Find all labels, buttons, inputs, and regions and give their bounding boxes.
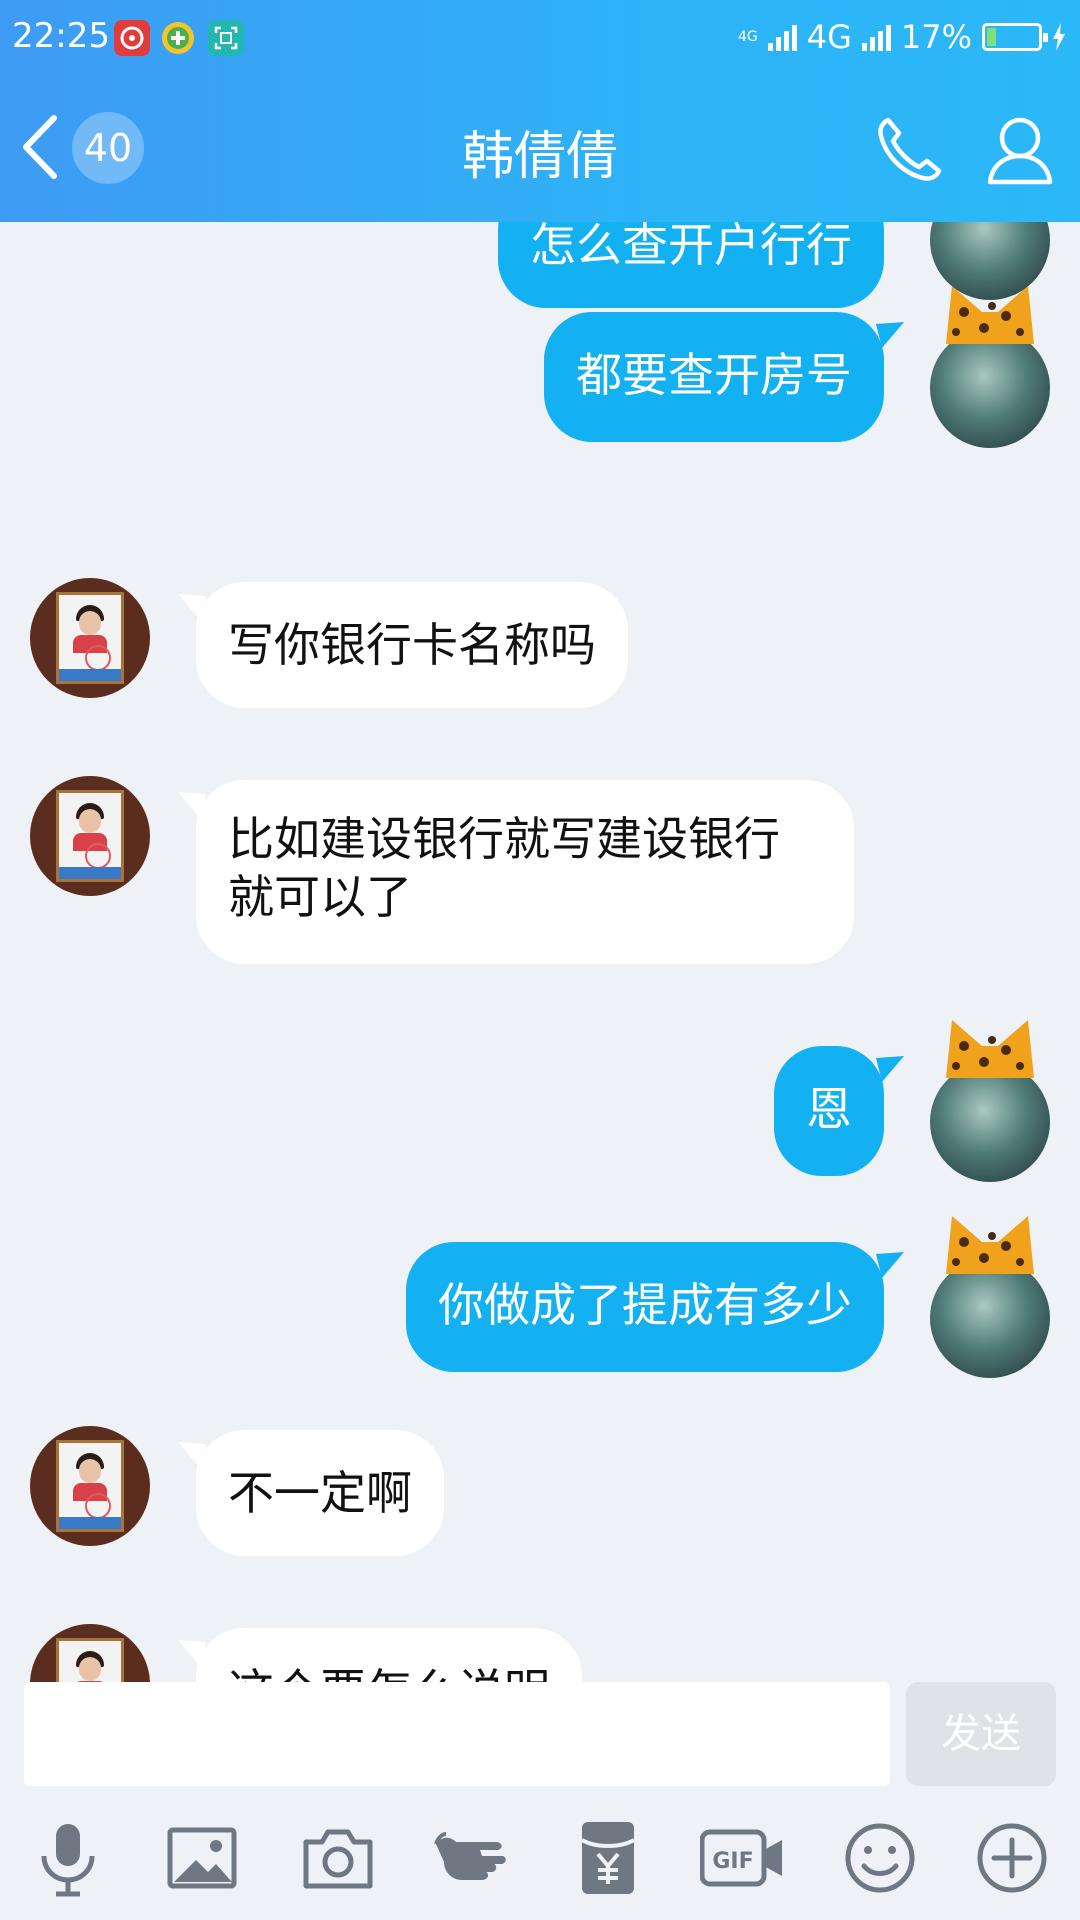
message-list[interactable]: 怎么查开户行行 都要查开房号 写你银行卡名称吗 比如建设银行就写建设银行 就可以… xyxy=(0,222,1080,1682)
bubble-tail xyxy=(876,1252,904,1278)
poke-icon[interactable] xyxy=(432,1818,512,1898)
battery-percent: 17% xyxy=(900,18,972,56)
signal-icon xyxy=(767,23,797,51)
message-row: 写你银行卡名称吗 xyxy=(0,578,1080,718)
contact-avatar[interactable] xyxy=(30,1426,150,1546)
profile-icon[interactable] xyxy=(980,110,1060,190)
outgoing-bubble[interactable]: 恩 xyxy=(774,1046,884,1176)
bubble-tail xyxy=(876,1056,904,1082)
message-input[interactable] xyxy=(24,1682,890,1786)
send-button[interactable]: 发送 xyxy=(906,1682,1056,1786)
input-toolbar: GIF xyxy=(0,1818,1080,1918)
battery-icon xyxy=(982,23,1048,51)
contact-avatar[interactable] xyxy=(30,578,150,698)
network-type: 4G xyxy=(806,18,852,56)
camera-icon[interactable] xyxy=(298,1818,378,1898)
bubble-tail xyxy=(876,322,904,348)
image-icon[interactable] xyxy=(162,1818,242,1898)
leopard-ears-icon xyxy=(946,1020,1034,1078)
netease-music-icon xyxy=(114,20,150,56)
message-row: 不一定啊 xyxy=(0,1426,1080,1566)
scan-icon xyxy=(208,20,244,56)
contact-avatar[interactable] xyxy=(30,776,150,896)
contact-avatar[interactable] xyxy=(30,1624,150,1682)
my-avatar[interactable] xyxy=(930,1062,1050,1182)
message-row: 比如建设银行就写建设银行 就可以了 xyxy=(0,776,1080,976)
gif-icon[interactable]: GIF xyxy=(700,1818,786,1898)
phone-call-icon[interactable] xyxy=(870,110,950,190)
my-avatar[interactable] xyxy=(930,328,1050,448)
chat-header: 22:25 4G 4G 17% 40 韩倩倩 xyxy=(0,0,1080,222)
incoming-bubble[interactable]: 不一定啊 xyxy=(196,1430,444,1556)
signal-icon-2 xyxy=(861,23,891,51)
composer-bar: 发送 GIF xyxy=(0,1682,1080,1920)
red-packet-icon[interactable] xyxy=(568,1818,648,1898)
message-row: 你做成了提成有多少 xyxy=(0,1188,1080,1388)
outgoing-bubble[interactable]: 都要查开房号 xyxy=(544,312,884,442)
security-app-icon xyxy=(160,20,196,56)
message-row: 都要查开房号 xyxy=(0,282,1080,482)
leopard-ears-icon xyxy=(946,1216,1034,1274)
leopard-ears-icon xyxy=(946,286,1034,344)
my-avatar[interactable] xyxy=(930,1258,1050,1378)
gif-label: GIF xyxy=(712,1849,753,1874)
status-right: 4G 4G 17% xyxy=(738,18,1066,56)
incoming-bubble[interactable]: 写你银行卡名称吗 xyxy=(196,582,628,708)
message-row: 恩 xyxy=(0,992,1080,1192)
bubble-line: 就可以了 xyxy=(228,870,412,924)
microphone-icon[interactable] xyxy=(28,1818,108,1898)
outgoing-bubble[interactable]: 你做成了提成有多少 xyxy=(406,1242,884,1372)
incoming-bubble[interactable]: 比如建设银行就写建设银行 就可以了 xyxy=(196,780,854,964)
emoji-icon[interactable] xyxy=(840,1818,920,1898)
message-row: 这个要怎么说明 xyxy=(0,1624,1080,1682)
bubble-line: 比如建设银行就写建设银行 xyxy=(228,812,780,866)
charging-icon xyxy=(1053,23,1065,51)
incoming-bubble[interactable]: 这个要怎么说明 xyxy=(196,1628,582,1682)
network-type-small: 4G xyxy=(737,29,758,45)
status-bar: 22:25 4G 4G 17% xyxy=(0,0,1080,76)
plus-icon[interactable] xyxy=(972,1818,1052,1898)
status-time: 22:25 xyxy=(12,16,110,56)
